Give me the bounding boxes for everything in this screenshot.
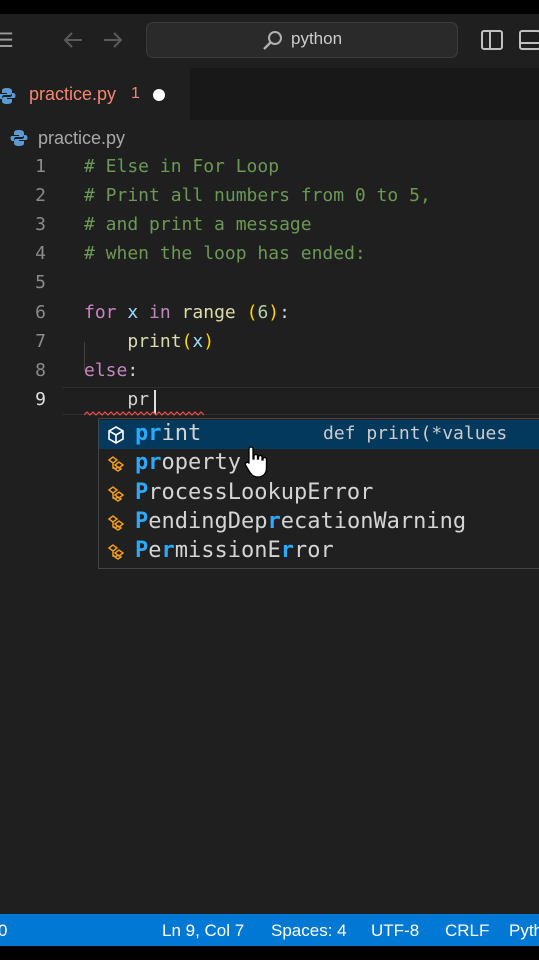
title-bar: ☰ python xyxy=(0,14,539,68)
toggle-panel-icon[interactable] xyxy=(518,28,539,52)
python-file-icon xyxy=(0,88,16,104)
code-text: # Print all numbers from 0 to 5, xyxy=(84,185,431,206)
status-problems-count[interactable]: 0 xyxy=(0,921,7,941)
class-icon xyxy=(107,486,125,502)
class-icon xyxy=(107,544,125,560)
status-indentation[interactable]: Spaces: 4 xyxy=(271,921,347,941)
suggestion-pendingdeprecationwarning[interactable]: PendingDeprecationWarning xyxy=(99,508,539,537)
tab-label: practice.py xyxy=(29,84,117,104)
code-text: # and print a message xyxy=(84,214,312,235)
class-icon xyxy=(107,515,125,531)
line-number: 8 xyxy=(35,360,46,381)
suggestion-label: PermissionError xyxy=(135,538,334,563)
line-number: 7 xyxy=(35,331,46,352)
code-line[interactable]: 1 # Else in For Loop xyxy=(0,154,539,183)
suggestion-processlookuperror[interactable]: ProcessLookupError xyxy=(99,479,539,508)
problem-count-badge: 1 xyxy=(131,85,140,102)
suggestion-label: ProcessLookupError xyxy=(135,480,374,505)
unsaved-dot-icon[interactable] xyxy=(153,89,165,101)
line-number: 4 xyxy=(35,243,46,264)
code-line[interactable]: 6 for x in range (6): xyxy=(0,300,539,329)
code-line[interactable]: 2 # Print all numbers from 0 to 5, xyxy=(0,183,539,212)
status-bar: 0 Ln 9, Col 7 Spaces: 4 UTF-8 CRLF Pyth xyxy=(0,914,539,946)
autocomplete-suggestions: print def print(*values property Process… xyxy=(98,418,539,569)
status-cursor-position[interactable]: Ln 9, Col 7 xyxy=(162,921,244,941)
breadcrumb[interactable]: practice.py xyxy=(0,120,539,156)
breadcrumb-file[interactable]: practice.py xyxy=(38,128,125,149)
search-text: python xyxy=(291,29,343,48)
code-line[interactable]: 3 # and print a message xyxy=(0,212,539,241)
code-text: # when the loop has ended: xyxy=(84,243,366,264)
error-squiggle xyxy=(84,411,204,416)
suggestion-property[interactable]: property xyxy=(99,449,539,478)
hand-pointer-icon xyxy=(244,446,268,478)
code-line[interactable]: 7 print(x) xyxy=(0,329,539,358)
code-line[interactable]: 5 xyxy=(0,270,539,299)
python-file-icon xyxy=(10,130,28,146)
suggestion-label: property xyxy=(135,450,241,475)
suggestion-label: print xyxy=(135,421,202,446)
code-text: for x in range (6): xyxy=(84,302,290,323)
suggestion-permissionerror[interactable]: PermissionError xyxy=(99,537,539,566)
current-code-line[interactable]: 9 pr xyxy=(0,387,539,416)
status-language[interactable]: Pyth xyxy=(509,921,539,941)
class-icon xyxy=(107,456,125,472)
letterbox-bottom xyxy=(0,946,539,960)
menu-icon[interactable]: ☰ xyxy=(0,28,14,52)
back-arrow-icon[interactable] xyxy=(60,26,86,54)
forward-arrow-icon[interactable] xyxy=(100,26,126,54)
line-number: 6 xyxy=(35,302,46,323)
suggestion-label: PendingDeprecationWarning xyxy=(135,509,467,534)
line-number: 2 xyxy=(35,185,46,206)
toggle-sidebar-icon[interactable] xyxy=(480,28,504,52)
code-text: else: xyxy=(84,360,139,381)
code-text: pr xyxy=(127,389,150,410)
line-number: 5 xyxy=(35,272,46,293)
search-icon xyxy=(263,31,282,50)
line-number: 9 xyxy=(35,389,46,410)
code-text: # Else in For Loop xyxy=(84,156,280,177)
line-number: 3 xyxy=(35,214,46,235)
line-number: 1 xyxy=(35,156,46,177)
status-eol[interactable]: CRLF xyxy=(445,921,489,941)
tab-practice-py[interactable]: practice.py 1 xyxy=(0,68,190,120)
method-cube-icon xyxy=(108,426,124,444)
code-line[interactable]: 4 # when the loop has ended: xyxy=(0,241,539,270)
code-line[interactable]: 8 else: xyxy=(0,358,539,387)
suggestion-detail: def print(*values xyxy=(323,423,508,444)
status-encoding[interactable]: UTF-8 xyxy=(371,921,419,941)
tab-bar: practice.py 1 xyxy=(0,68,539,120)
command-center-search[interactable]: python xyxy=(146,22,458,58)
suggestion-print[interactable]: print def print(*values xyxy=(99,420,539,449)
code-text: print(x) xyxy=(127,331,215,352)
